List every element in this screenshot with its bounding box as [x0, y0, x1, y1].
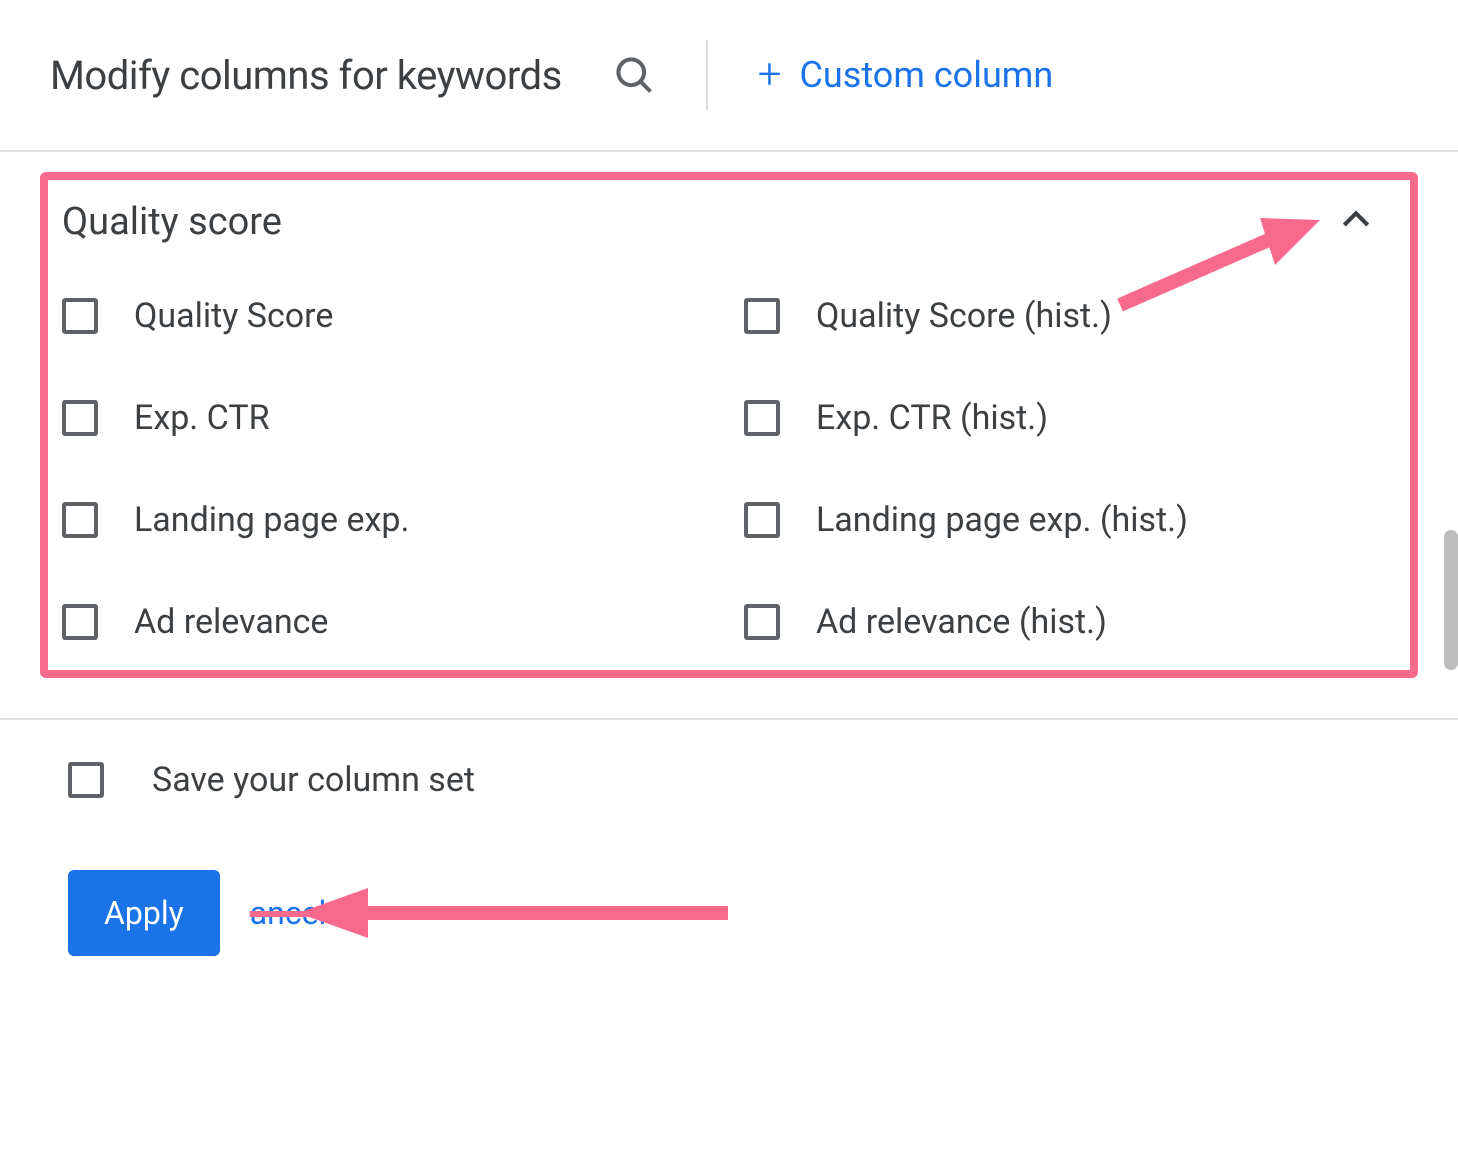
option-ad-relevance[interactable]: Ad relevance: [62, 602, 704, 642]
scrollbar[interactable]: [1444, 530, 1458, 670]
option-landing-page-exp-hist[interactable]: Landing page exp. (hist.): [744, 500, 1386, 540]
search-icon[interactable]: [612, 53, 656, 97]
option-label: Ad relevance (hist.): [816, 602, 1107, 642]
option-label: Quality Score (hist.): [816, 296, 1112, 336]
option-label: Landing page exp.: [134, 500, 409, 540]
page-title: Modify columns for keywords: [50, 52, 562, 99]
checkbox[interactable]: [744, 400, 780, 436]
save-column-set-label: Save your column set: [152, 760, 475, 800]
apply-button[interactable]: Apply: [68, 870, 220, 956]
option-quality-score-hist[interactable]: Quality Score (hist.): [744, 296, 1386, 336]
header-divider: [706, 40, 708, 110]
checkbox[interactable]: [744, 604, 780, 640]
checkbox[interactable]: [62, 298, 98, 334]
option-exp-ctr[interactable]: Exp. CTR: [62, 398, 704, 438]
chevron-up-icon[interactable]: [1336, 200, 1376, 244]
option-label: Quality Score: [134, 296, 333, 336]
custom-column-label: Custom column: [800, 54, 1054, 96]
cancel-button[interactable]: ancel: [250, 894, 327, 932]
arrow-annotation-icon: [298, 883, 728, 943]
checkbox[interactable]: [62, 502, 98, 538]
option-label: Exp. CTR (hist.): [816, 398, 1048, 438]
option-label: Ad relevance: [134, 602, 328, 642]
plus-icon: +: [758, 54, 782, 96]
save-column-set-checkbox[interactable]: [68, 762, 104, 798]
option-ad-relevance-hist[interactable]: Ad relevance (hist.): [744, 602, 1386, 642]
custom-column-button[interactable]: + Custom column: [758, 54, 1053, 96]
option-label: Landing page exp. (hist.): [816, 500, 1188, 540]
option-landing-page-exp[interactable]: Landing page exp.: [62, 500, 704, 540]
option-exp-ctr-hist[interactable]: Exp. CTR (hist.): [744, 398, 1386, 438]
section-title: Quality score: [62, 200, 282, 244]
checkbox[interactable]: [62, 604, 98, 640]
checkbox[interactable]: [744, 502, 780, 538]
option-quality-score[interactable]: Quality Score: [62, 296, 704, 336]
option-label: Exp. CTR: [134, 398, 270, 438]
quality-score-section: Quality score Quality Score Quality Scor…: [40, 172, 1418, 678]
checkbox[interactable]: [62, 400, 98, 436]
checkbox[interactable]: [744, 298, 780, 334]
